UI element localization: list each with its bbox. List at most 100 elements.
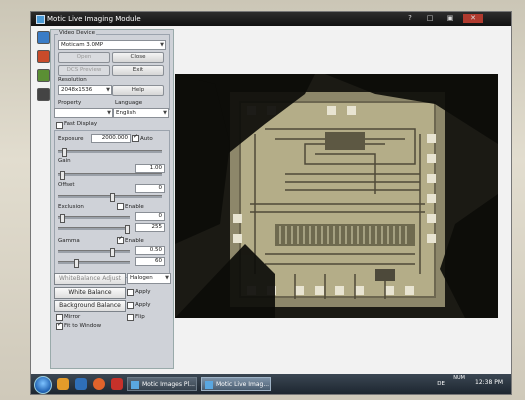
exclusion-high-slider[interactable] [58,225,130,234]
firefox-icon[interactable] [93,378,105,390]
mirror-checkbox[interactable] [56,314,63,321]
window-title: Motic Live Imaging Module [47,15,141,23]
task-motic-live[interactable]: Motic Live Imag... [201,377,271,391]
gamma-enable-label: Enable [125,238,144,244]
open-button[interactable]: Open [58,52,110,63]
property-select[interactable]: ▼ [54,108,113,118]
clock[interactable]: 12:38 PM [475,379,503,386]
white-balance-button[interactable]: White Balance [54,287,126,299]
exposure-slider[interactable] [58,148,162,157]
chip-image [175,74,498,318]
apply-label: Apply [135,289,151,295]
gain-label: Gain [58,158,71,164]
language-label: Language [115,100,143,106]
light-source-value: Halogen [130,275,153,281]
num-lock-indicator: NUM [453,375,465,381]
help-button[interactable]: Help [112,85,164,96]
camera-icon[interactable] [37,31,50,44]
flip-checkbox[interactable] [127,314,134,321]
slider-thumb[interactable] [60,214,65,223]
offset-input[interactable]: 0 [135,184,165,193]
light-source-select[interactable]: Halogen ▼ [127,273,171,284]
gamma-slider[interactable] [58,248,130,257]
language-indicator[interactable]: DE [437,381,445,387]
minimize-button[interactable]: □ [421,14,439,23]
fast-display-checkbox[interactable] [56,122,63,129]
video-device-value: Moticam 3.0MP [61,42,104,48]
chevron-down-icon: ▼ [106,87,110,93]
flip-label: Flip [135,314,145,320]
resolution-label: Resolution [58,77,87,83]
close-window-button[interactable]: ✕ [463,14,483,23]
fit-to-window-label: Fit to Window [64,323,102,329]
gain-input[interactable]: 1.00 [135,164,165,173]
task-label: Motic Live Imag... [216,381,270,388]
language-value: English [116,110,136,116]
close-device-button[interactable]: Close [112,52,164,63]
slider-thumb[interactable] [62,148,67,157]
mirror-label: Mirror [64,314,81,320]
slider-thumb[interactable] [74,259,79,268]
motic-icon [205,381,213,389]
fit-to-window-checkbox[interactable] [56,321,63,330]
background-apply-checkbox[interactable] [127,302,134,309]
white-balance-apply-checkbox[interactable] [127,289,134,296]
help-window-button[interactable]: ? [401,14,419,23]
offset-label: Offset [58,182,75,188]
language-select[interactable]: English ▼ [113,108,169,118]
exposure-label: Exposure [58,136,84,142]
app-shortcut-icon[interactable] [111,378,123,390]
control-panel: Video Device Moticam 3.0MP ▼ Open Close … [50,29,174,369]
motic-icon [131,381,139,389]
slider-thumb[interactable] [125,225,130,234]
auto-label: Auto [140,136,153,142]
live-image-viewer[interactable] [175,74,498,318]
task-motic-images[interactable]: Motic Images Pl... [127,377,197,391]
fast-display-label: Fast Display [64,121,98,127]
window-title-bar: Motic Live Imaging Module ? □ ▣ ✕ [31,12,511,26]
maximize-button[interactable]: ▣ [441,14,459,23]
image-icon[interactable] [37,69,50,82]
gamma-label: Gamma [58,238,80,244]
background-balance-button[interactable]: Background Balance [54,300,126,312]
app-icon [36,15,45,24]
video-device-select[interactable]: Moticam 3.0MP ▼ [58,40,166,50]
media-icon[interactable] [57,378,69,390]
property-label: Property [58,100,82,106]
explorer-icon[interactable] [75,378,87,390]
exclusion-enable-checkbox[interactable] [117,203,124,210]
capture-icon[interactable] [37,88,50,101]
exclusion-low-input[interactable]: 0 [135,212,165,221]
dcs-preview-button[interactable]: DCS Preview [58,65,110,76]
slider-thumb[interactable] [60,171,65,180]
chevron-down-icon: ▼ [107,110,111,116]
apply2-label: Apply [135,302,151,308]
chevron-down-icon: ▼ [165,275,169,281]
start-button[interactable] [34,376,52,394]
gamma-input[interactable]: 0.50 [135,246,165,255]
chevron-down-icon: ▼ [160,42,164,48]
offset-slider[interactable] [58,193,162,202]
exposure-input[interactable]: 2000.000 [91,134,131,143]
gamma-second-slider[interactable] [58,259,130,268]
white-balance-adjust-button[interactable]: WhiteBalance Adjust [54,273,126,285]
slider-thumb[interactable] [110,193,115,202]
taskbar: Motic Images Pl... Motic Live Imag... DE… [31,374,511,394]
exclusion-enable-label: Enable [125,204,144,210]
desktop-screen: Motic Live Imaging Module ? □ ▣ ✕ Video … [30,11,512,395]
auto-exposure-checkbox[interactable] [132,133,139,142]
slider-thumb[interactable] [110,248,115,257]
exclusion-high-input[interactable]: 255 [135,223,165,232]
exit-button[interactable]: Exit [112,65,164,76]
gamma-enable-checkbox[interactable] [117,235,124,244]
gamma-second-input[interactable]: 60 [135,257,165,266]
vertical-toolbar [36,29,50,107]
task-label: Motic Images Pl... [142,381,195,388]
resolution-select[interactable]: 2048x1536 ▼ [58,85,112,95]
gain-slider[interactable] [58,171,162,180]
exclusion-low-slider[interactable] [58,214,130,223]
video-device-label: Video Device [58,30,96,36]
settings-icon[interactable] [37,50,50,63]
exclusion-label: Exclusion [58,204,84,210]
chevron-down-icon: ▼ [163,110,167,116]
